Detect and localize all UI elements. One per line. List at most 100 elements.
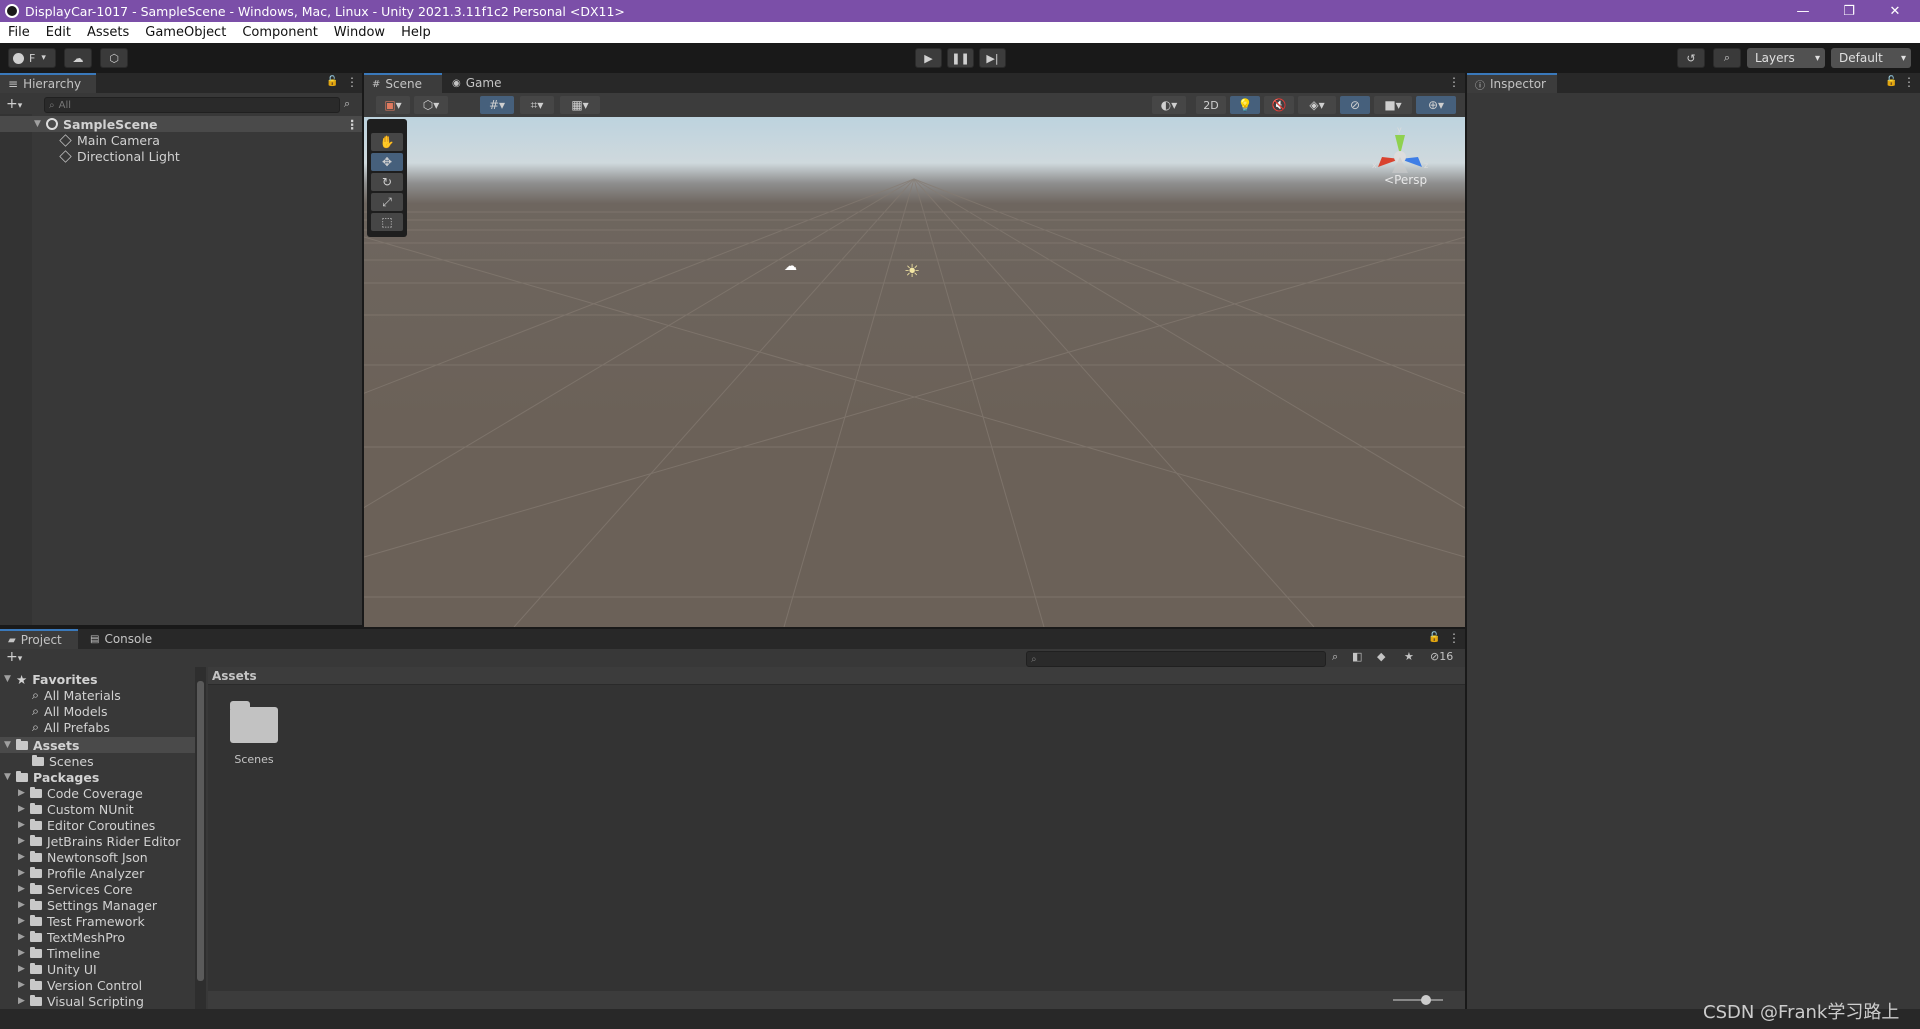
lock-icon[interactable]: 🔓 <box>1428 632 1440 643</box>
package-item[interactable]: ▶ Visual Scripting <box>18 993 144 1009</box>
hierarchy-item[interactable]: Directional Light <box>0 148 180 164</box>
package-item[interactable]: ▶ Code Coverage <box>18 785 143 801</box>
package-item[interactable]: ▶ JetBrains Rider Editor <box>18 833 180 849</box>
tree-scrollbar[interactable] <box>195 667 206 1009</box>
rect-tool-button[interactable]: ⬚ <box>371 213 403 231</box>
gizmos-dropdown[interactable]: ⊕ ▾ <box>1416 96 1456 114</box>
package-item[interactable]: ▶ Timeline <box>18 945 100 961</box>
scene-viewport[interactable]: ✋ ✥ ↻ ⤢ ⬚ ☁ ☀ x y z <Persp <box>364 117 1465 627</box>
toggle-2d-button[interactable]: 2D <box>1196 96 1226 114</box>
scene-visibility-toggle[interactable]: ⊘ <box>1340 96 1370 114</box>
collapse-arrow-icon[interactable]: ▶ <box>18 948 30 958</box>
lock-icon[interactable]: 🔓 <box>326 76 338 87</box>
account-dropdown[interactable]: F ▾ <box>8 48 56 68</box>
package-item[interactable]: ▶ Profile Analyzer <box>18 865 144 881</box>
move-tool-button[interactable]: ✥ <box>371 153 403 171</box>
menu-edit[interactable]: Edit <box>38 25 79 40</box>
package-item[interactable]: ▶ Test Framework <box>18 913 145 929</box>
search-button[interactable]: ⌕ <box>1713 48 1741 68</box>
collapse-arrow-icon[interactable]: ▶ <box>18 980 30 990</box>
tab-game[interactable]: ◉ Game <box>444 73 510 93</box>
shading-mode-dropdown[interactable]: ◐ ▾ <box>1152 96 1186 114</box>
collapse-arrow-icon[interactable]: ▶ <box>18 884 30 894</box>
scale-tool-button[interactable]: ⤢ <box>371 193 403 211</box>
package-item[interactable]: ▶ Settings Manager <box>18 897 157 913</box>
lock-icon[interactable]: 🔓 <box>1885 76 1897 87</box>
collapse-arrow-icon[interactable]: ▶ <box>18 996 30 1006</box>
scene-row[interactable]: ▼ SampleScene ⋮ <box>0 116 362 132</box>
tab-console[interactable]: ▤ Console <box>82 629 162 649</box>
grid-visibility-dropdown[interactable]: ▦ ▾ <box>560 96 600 114</box>
collapse-arrow-icon[interactable]: ▶ <box>18 964 30 974</box>
grid-snapping-toggle[interactable]: # ▾ <box>480 96 514 114</box>
layout-dropdown[interactable]: Default <box>1831 48 1911 68</box>
tab-inspector[interactable]: ⓘ Inspector <box>1467 73 1557 93</box>
menu-help[interactable]: Help <box>393 25 439 40</box>
assets-item[interactable]: Scenes <box>32 753 94 769</box>
hierarchy-item[interactable]: Main Camera <box>0 132 160 148</box>
hand-tool-button[interactable]: ✋ <box>371 133 403 151</box>
more-icon[interactable]: ⋮ <box>346 75 358 89</box>
collapse-arrow-icon[interactable]: ▶ <box>18 916 30 926</box>
collapse-arrow-icon[interactable]: ▶ <box>18 788 30 798</box>
search-by-type-icon[interactable]: ⌕ <box>1332 650 1338 664</box>
package-item[interactable]: ▶ Version Control <box>18 977 142 993</box>
menu-assets[interactable]: Assets <box>79 25 137 40</box>
more-icon[interactable]: ⋮ <box>1903 75 1915 89</box>
minimize-icon[interactable]: — <box>1780 0 1826 22</box>
more-icon[interactable]: ⋮ <box>1448 631 1460 645</box>
pause-button[interactable]: ❚❚ <box>947 48 974 68</box>
package-item[interactable]: ▶ Custom NUnit <box>18 801 134 817</box>
slider-thumb[interactable] <box>1421 995 1431 1005</box>
expand-arrow-icon[interactable]: ▼ <box>4 674 16 684</box>
package-item[interactable]: ▶ TextMeshPro <box>18 929 125 945</box>
favorites-star-icon[interactable]: ★ <box>1404 650 1414 663</box>
collapse-arrow-icon[interactable]: ▶ <box>18 836 30 846</box>
tab-hierarchy[interactable]: ≡ Hierarchy <box>0 73 96 93</box>
play-button[interactable]: ▶ <box>915 48 942 68</box>
tab-scene[interactable]: # Scene <box>364 73 442 93</box>
expand-arrow-icon[interactable]: ▼ <box>4 772 16 782</box>
close-icon[interactable]: ✕ <box>1872 0 1918 22</box>
hierarchy-search-input[interactable]: ⌕ All <box>44 97 340 113</box>
favorites-item[interactable]: ⌕ All Prefabs <box>32 719 110 735</box>
breadcrumb-assets[interactable]: Assets <box>212 669 257 683</box>
search-options-icon[interactable]: ⌕ <box>344 97 350 111</box>
assets-section[interactable]: ▼ Assets <box>0 737 195 753</box>
tab-project[interactable]: ▰ Project <box>0 629 78 649</box>
collapse-arrow-icon[interactable]: ▶ <box>18 804 30 814</box>
camera-settings-dropdown[interactable]: ■ ▾ <box>1374 96 1412 114</box>
increment-snap-dropdown[interactable]: ⌗ ▾ <box>520 96 554 114</box>
asset-tile[interactable]: Scenes <box>224 701 284 771</box>
expand-arrow-icon[interactable]: ▼ <box>4 740 16 750</box>
projection-toggle[interactable]: <Persp <box>1384 173 1427 187</box>
menu-gameobject[interactable]: GameObject <box>137 25 234 40</box>
icon-size-slider[interactable] <box>1393 995 1443 1005</box>
more-icon[interactable]: ⋮ <box>346 117 359 132</box>
layers-dropdown[interactable]: Layers <box>1747 48 1825 68</box>
draw-mode-dropdown[interactable]: ▣ ▾ <box>376 96 410 114</box>
package-item[interactable]: ▶ Editor Coroutines <box>18 817 155 833</box>
filter-by-type-icon[interactable]: ◧ <box>1352 650 1362 663</box>
menu-file[interactable]: File <box>0 25 38 40</box>
audio-toggle[interactable]: 🔇 <box>1264 96 1294 114</box>
package-item[interactable]: ▶ Unity UI <box>18 961 97 977</box>
collapse-arrow-icon[interactable]: ▶ <box>18 932 30 942</box>
menu-window[interactable]: Window <box>326 25 393 40</box>
filter-by-label-icon[interactable]: ◆ <box>1377 650 1385 663</box>
scrollbar-thumb[interactable] <box>197 681 204 981</box>
collapse-arrow-icon[interactable]: ▶ <box>18 852 30 862</box>
more-icon[interactable]: ⋮ <box>1448 75 1460 89</box>
step-button[interactable]: ▶| <box>979 48 1006 68</box>
collapse-arrow-icon[interactable]: ▶ <box>18 900 30 910</box>
favorites-section[interactable]: ▼ ★ Favorites <box>4 671 98 687</box>
restore-icon[interactable]: ❐ <box>1826 0 1872 22</box>
hidden-packages-toggle[interactable]: ⊘16 <box>1430 650 1453 663</box>
collapse-arrow-icon[interactable]: ▶ <box>18 820 30 830</box>
collapse-arrow-icon[interactable]: ▶ <box>18 868 30 878</box>
menu-component[interactable]: Component <box>234 25 325 40</box>
collab-button[interactable]: ⬡ <box>100 48 128 68</box>
project-search-input[interactable]: ⌕ <box>1026 651 1326 667</box>
favorites-item[interactable]: ⌕ All Materials <box>32 687 121 703</box>
history-button[interactable]: ↺ <box>1677 48 1705 68</box>
